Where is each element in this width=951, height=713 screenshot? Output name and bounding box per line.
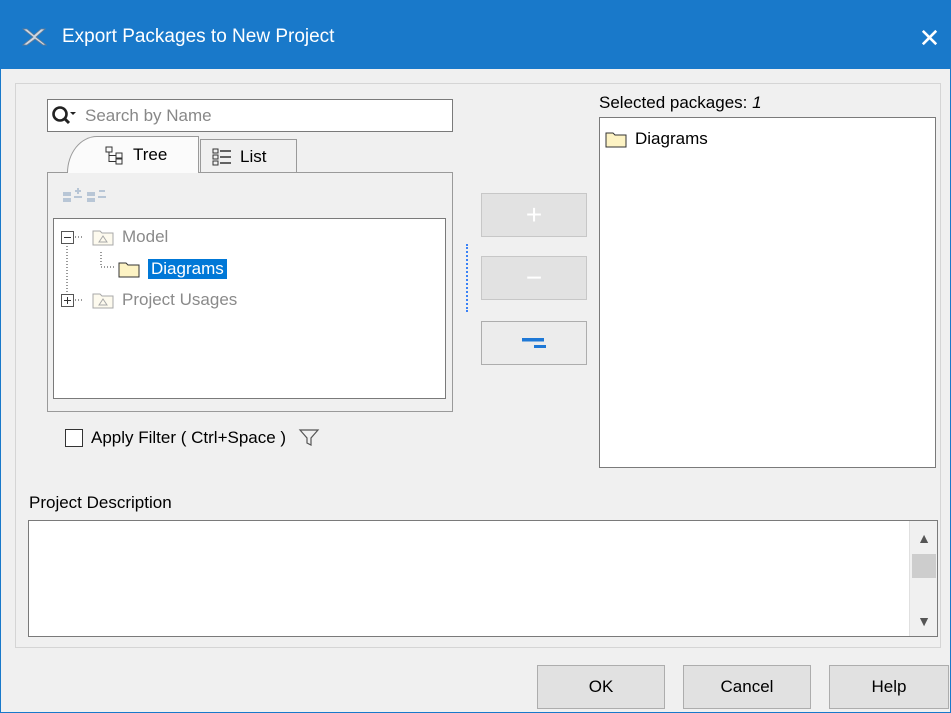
project-description-label: Project Description [29, 493, 172, 512]
expand-all-icon[interactable] [61, 187, 83, 207]
tree-item-diagrams[interactable]: Diagrams [118, 256, 227, 282]
expand-toggle-icon[interactable] [61, 293, 74, 307]
selected-packages-text: Selected packages: [599, 93, 753, 112]
description-scrollbar[interactable]: ▲ ▼ [909, 521, 937, 636]
help-button[interactable]: Help [829, 665, 949, 709]
cancel-button[interactable]: Cancel [683, 665, 811, 709]
tree-icon [105, 146, 123, 165]
apply-filter-checkbox[interactable] [65, 429, 83, 447]
search-icon [52, 106, 76, 125]
close-button[interactable]: ✕ [907, 17, 951, 59]
folder-icon [118, 262, 140, 278]
apply-filter-label: Apply Filter ( Ctrl+Space ) [91, 428, 287, 447]
scroll-down-icon[interactable]: ▼ [910, 610, 938, 632]
title-bar[interactable]: Export Packages to New Project ✕ [1, 1, 951, 69]
apply-filter-row[interactable]: Apply Filter ( Ctrl+Space ) [65, 426, 320, 450]
package-folder-icon [92, 230, 114, 246]
remove-button[interactable]: − [481, 256, 587, 300]
tree-item-model[interactable]: Model [61, 224, 168, 250]
package-folder-icon [92, 293, 114, 309]
package-tree[interactable]: Model Diagrams Project Usages [53, 218, 446, 399]
dialog-title: Export Packages to New Project [62, 26, 335, 47]
export-dialog: Export Packages to New Project ✕ Tree [0, 0, 951, 713]
tree-item-label: Model [122, 227, 169, 246]
add-button[interactable]: + [481, 193, 587, 237]
tree-item-label: Project Usages [122, 290, 238, 309]
selected-packages-label: Selected packages: 1 [599, 93, 762, 113]
collapse-toggle-icon[interactable] [61, 230, 74, 244]
ok-button[interactable]: OK [537, 665, 665, 709]
scroll-thumb[interactable] [912, 554, 936, 578]
tab-list[interactable]: List [200, 139, 297, 173]
magicdraw-x-icon [21, 28, 47, 46]
project-description-input[interactable] [29, 521, 907, 636]
search-input[interactable] [85, 102, 445, 129]
list-icon [212, 148, 231, 165]
tab-list-label: List [240, 146, 267, 166]
scroll-up-icon[interactable]: ▲ [910, 527, 938, 549]
tab-tree[interactable]: Tree [67, 136, 199, 173]
collapse-all-icon[interactable] [85, 187, 107, 207]
project-description-box: ▲ ▼ [28, 520, 938, 637]
remove-all-icon [522, 338, 546, 348]
selected-item-diagrams[interactable]: Diagrams [605, 126, 708, 152]
splitter-handle[interactable] [466, 244, 468, 312]
search-box[interactable] [47, 99, 453, 132]
folder-icon [605, 132, 627, 148]
selected-packages-list[interactable]: Diagrams [599, 117, 936, 468]
selected-packages-count: 1 [752, 93, 762, 112]
funnel-icon[interactable] [298, 428, 320, 448]
tab-tree-label: Tree [133, 145, 168, 164]
tree-item-project-usages[interactable]: Project Usages [61, 287, 237, 313]
selected-item-label: Diagrams [635, 129, 708, 148]
tree-item-label: Diagrams [148, 259, 227, 279]
remove-all-button[interactable] [481, 321, 587, 365]
